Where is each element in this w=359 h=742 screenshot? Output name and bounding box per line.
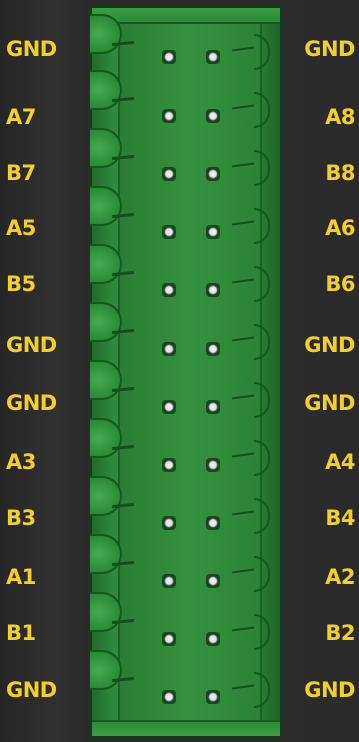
pin-hole	[208, 402, 218, 412]
pin-hole	[208, 518, 218, 528]
clamp-arc	[254, 92, 270, 128]
right-pin-label-11: B2	[325, 621, 355, 645]
right-pin-label-5: B6	[325, 272, 355, 296]
pin-hole	[164, 344, 174, 354]
pin-hole	[164, 111, 174, 121]
clamp-arc	[254, 34, 270, 70]
left-pin-label-2: A7	[6, 105, 36, 129]
pin-hole	[164, 169, 174, 179]
pin-hole	[208, 460, 218, 470]
left-pin-label-12: GND	[6, 678, 57, 702]
terminal-inner-channel	[118, 22, 262, 728]
right-pin-label-1: GND	[304, 37, 355, 61]
left-pin-label-8: A3	[6, 450, 36, 474]
pin-hole	[208, 52, 218, 62]
right-pin-label-10: A2	[325, 565, 355, 589]
right-pin-label-2: A8	[325, 105, 355, 129]
left-pin-label-10: A1	[6, 565, 36, 589]
clamp-arc	[254, 208, 270, 244]
pin-hole	[164, 227, 174, 237]
pin-hole	[208, 634, 218, 644]
right-pin-label-3: B8	[325, 161, 355, 185]
clamp-arc	[254, 382, 270, 418]
terminal-top-rail	[92, 8, 280, 24]
right-pin-label-9: B4	[325, 506, 355, 530]
clamp-arc	[254, 614, 270, 650]
right-pin-label-8: A4	[325, 450, 355, 474]
left-pin-label-9: B3	[6, 506, 36, 530]
pin-hole	[208, 344, 218, 354]
left-pin-label-11: B1	[6, 621, 36, 645]
pin-hole	[208, 169, 218, 179]
pin-hole	[164, 634, 174, 644]
clamp-arc	[254, 498, 270, 534]
right-pin-label-4: A6	[325, 216, 355, 240]
pin-hole	[164, 402, 174, 412]
pin-hole	[208, 285, 218, 295]
pin-hole	[164, 576, 174, 586]
clamp-arc	[254, 556, 270, 592]
pin-hole	[164, 692, 174, 702]
pin-hole	[164, 460, 174, 470]
terminal-bottom-rail	[92, 720, 280, 736]
pin-hole	[208, 111, 218, 121]
pin-hole	[164, 518, 174, 528]
left-pin-label-6: GND	[6, 333, 57, 357]
left-pin-label-4: A5	[6, 216, 36, 240]
clamp-arc	[254, 324, 270, 360]
pin-hole	[208, 692, 218, 702]
clamp-arc	[254, 266, 270, 302]
right-pin-label-7: GND	[304, 391, 355, 415]
left-pin-label-5: B5	[6, 272, 36, 296]
terminal-block	[90, 6, 282, 738]
left-pin-label-1: GND	[6, 37, 57, 61]
clamp-arc	[254, 440, 270, 476]
pin-hole	[208, 576, 218, 586]
right-pin-label-6: GND	[304, 333, 355, 357]
left-pin-label-3: B7	[6, 161, 36, 185]
pin-hole	[164, 285, 174, 295]
pin-hole	[208, 227, 218, 237]
clamp-arc	[254, 672, 270, 708]
right-pin-label-12: GND	[304, 678, 355, 702]
pin-hole	[164, 52, 174, 62]
left-pin-label-7: GND	[6, 391, 57, 415]
connector-board: GND A7 B7 A5 B5 GND GND A3 B3 A1 B1 GND	[0, 0, 359, 742]
clamp-arc	[254, 150, 270, 186]
